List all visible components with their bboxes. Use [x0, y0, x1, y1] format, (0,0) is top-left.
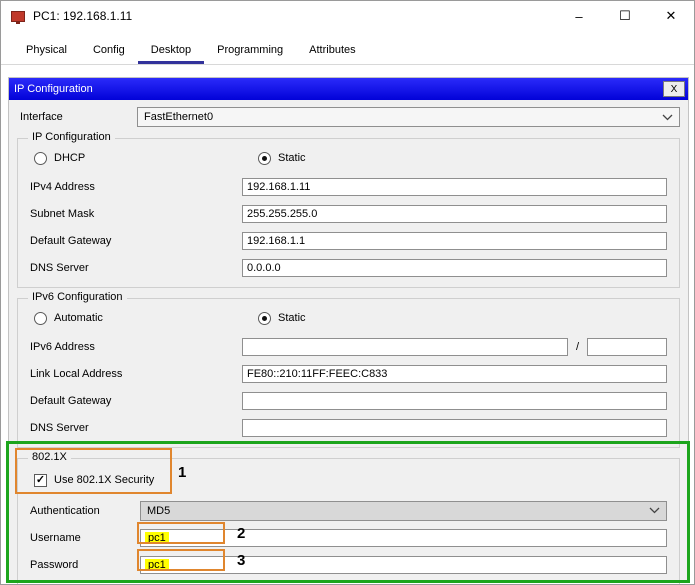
- authentication-row: Authentication MD5: [18, 497, 679, 524]
- ipv6-automatic-label: Automatic: [54, 312, 103, 324]
- tab-config[interactable]: Config: [80, 38, 138, 64]
- panel-close-button[interactable]: X: [663, 81, 685, 97]
- username-label: Username: [30, 531, 81, 544]
- ipv6-address-field[interactable]: [242, 337, 568, 356]
- subnet-mask-row: Subnet Mask 255.255.255.0: [18, 200, 679, 227]
- ipv6-dns-server-label: DNS Server: [30, 421, 89, 434]
- dot1x-security-row: ✓ Use 802.1X Security: [18, 463, 679, 497]
- ipv6-prefix-field[interactable]: [587, 337, 667, 356]
- ipv6-automatic-radio[interactable]: [34, 311, 47, 325]
- tab-physical[interactable]: Physical: [13, 38, 80, 64]
- link-local-address-row: Link Local Address FE80::210:11FF:FEEC:C…: [18, 360, 679, 387]
- ipv6-static-radio[interactable]: [258, 311, 271, 325]
- tab-attributes[interactable]: Attributes: [296, 38, 368, 64]
- ipv6-default-gateway-field[interactable]: [242, 391, 667, 410]
- pc1-window: PC1: 192.168.1.11 – ☐ ✕ Physical Config …: [0, 0, 695, 585]
- panel-title: IP Configuration: [14, 83, 93, 95]
- default-gateway-row: Default Gateway 192.168.1.1: [18, 227, 679, 254]
- dhcp-option[interactable]: DHCP: [30, 151, 242, 165]
- dot1x-group-title: 802.1X: [28, 451, 71, 463]
- dot1x-security-checkbox[interactable]: ✓: [34, 473, 47, 487]
- chevron-down-icon: [662, 114, 673, 120]
- interface-row: Interface FastEthernet0: [17, 106, 680, 128]
- window-titlebar: PC1: 192.168.1.11 – ☐ ✕: [1, 1, 694, 31]
- ipv4-static-option[interactable]: Static: [258, 151, 306, 165]
- ipv4-mode-row: DHCP Static: [18, 143, 679, 173]
- ipv6-static-option[interactable]: Static: [258, 311, 306, 325]
- authentication-selected-value: MD5: [147, 504, 171, 517]
- dhcp-label: DHCP: [54, 152, 86, 164]
- password-field[interactable]: pc1: [140, 555, 667, 574]
- password-row: Password pc1: [18, 551, 679, 578]
- maximize-button[interactable]: ☐: [602, 1, 648, 31]
- dns-server-row: DNS Server 0.0.0.0: [18, 254, 679, 281]
- dns-server-field[interactable]: 0.0.0.0: [242, 258, 667, 277]
- panel-header: IP Configuration X: [9, 78, 688, 100]
- ipv6-automatic-option[interactable]: Automatic: [30, 311, 242, 325]
- authentication-label: Authentication: [30, 504, 100, 517]
- dhcp-radio[interactable]: [34, 151, 47, 165]
- ipv4-static-radio[interactable]: [258, 151, 271, 165]
- link-local-address-field[interactable]: FE80::210:11FF:FEEC:C833: [242, 364, 667, 383]
- interface-label: Interface: [20, 111, 63, 123]
- ipv6-address-row: IPv6 Address /: [18, 333, 679, 360]
- ipv4-configuration-group: IP Configuration DHCP Static IPv4 Addres…: [17, 131, 680, 288]
- ipv6-configuration-group: IPv6 Configuration Automatic Static IPv6…: [17, 291, 680, 448]
- authentication-select[interactable]: MD5: [140, 500, 667, 521]
- ipv6-dns-server-row: DNS Server: [18, 414, 679, 441]
- dot1x-security-label: Use 802.1X Security: [54, 474, 155, 486]
- ipv4-address-label: IPv4 Address: [30, 180, 95, 193]
- ipv6-address-label: IPv6 Address: [30, 340, 95, 353]
- ipv6-dns-server-field[interactable]: [242, 418, 667, 437]
- default-gateway-label: Default Gateway: [30, 234, 112, 247]
- username-value: pc1: [145, 531, 169, 544]
- ipv4-address-field[interactable]: 192.168.1.11: [242, 177, 667, 196]
- ipv6-default-gateway-row: Default Gateway: [18, 387, 679, 414]
- ipv6-static-label: Static: [278, 312, 306, 324]
- link-local-address-label: Link Local Address: [30, 367, 123, 380]
- ipv6-group-title: IPv6 Configuration: [28, 291, 127, 303]
- pc-device-icon: [11, 10, 25, 24]
- subnet-mask-field[interactable]: 255.255.255.0: [242, 204, 667, 223]
- tab-programming[interactable]: Programming: [204, 38, 296, 64]
- subnet-mask-label: Subnet Mask: [30, 207, 95, 220]
- ipv6-default-gateway-label: Default Gateway: [30, 394, 112, 407]
- ipv4-address-row: IPv4 Address 192.168.1.11: [18, 173, 679, 200]
- username-field[interactable]: pc1: [140, 528, 667, 547]
- chevron-down-icon: [649, 507, 660, 514]
- ipv4-group-title: IP Configuration: [28, 131, 115, 143]
- window-controls: – ☐ ✕: [556, 1, 694, 31]
- minimize-button[interactable]: –: [556, 1, 602, 31]
- interface-select[interactable]: FastEthernet0: [137, 107, 680, 127]
- tab-bar: Physical Config Desktop Programming Attr…: [1, 38, 694, 65]
- ipv6-prefix-separator: /: [575, 340, 579, 353]
- default-gateway-field[interactable]: 192.168.1.1: [242, 231, 667, 250]
- password-value: pc1: [145, 558, 169, 571]
- close-button[interactable]: ✕: [648, 1, 694, 31]
- ipv6-mode-row: Automatic Static: [18, 303, 679, 333]
- window-title: PC1: 192.168.1.11: [33, 9, 133, 23]
- ipv4-static-label: Static: [278, 152, 306, 164]
- ip-configuration-panel: IP Configuration X Interface FastEtherne…: [8, 77, 689, 584]
- dns-server-label: DNS Server: [30, 261, 89, 274]
- dot1x-group: 802.1X ✓ Use 802.1X Security Authenticat…: [17, 451, 680, 584]
- interface-selected-value: FastEthernet0: [144, 111, 214, 123]
- tab-desktop[interactable]: Desktop: [137, 38, 205, 64]
- username-row: Username pc1: [18, 524, 679, 551]
- password-label: Password: [30, 558, 79, 571]
